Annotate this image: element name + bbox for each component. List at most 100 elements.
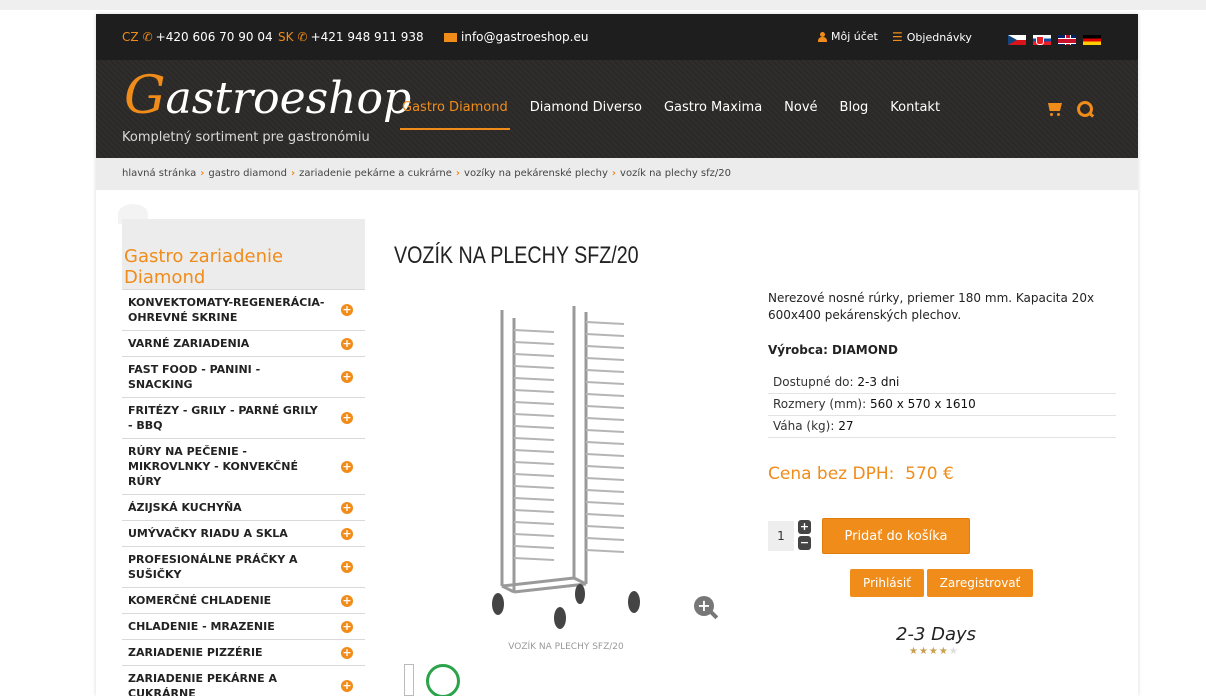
price-value: 570 €	[905, 464, 954, 484]
chevron-right-icon: ›	[455, 168, 461, 179]
nav-diamond-diverso[interactable]: Diamond Diverso	[530, 100, 642, 115]
breadcrumb-trolleys[interactable]: vozíky na pekárenské plechy	[464, 168, 608, 190]
nav-nove[interactable]: Nové	[784, 100, 817, 115]
login-button[interactable]: Prihlásiť	[850, 569, 924, 597]
register-button[interactable]: Zaregistrovať	[927, 569, 1033, 597]
logo-rest: astroeshop	[165, 73, 412, 124]
top-contact-bar: CZ ✆ +420 606 70 90 04 SK ✆ +421 948 911…	[96, 14, 1138, 60]
category-item[interactable]: KONVEKTOMATY-REGENERÁCIA-OHREVNÉ SKRINE +	[122, 289, 365, 330]
expand-plus-icon[interactable]: +	[341, 561, 353, 573]
expand-plus-icon[interactable]: +	[341, 680, 353, 692]
product-description: Nerezové nosné rúrky, priemer 180 mm. Ka…	[768, 291, 1095, 322]
sk-code: SK	[278, 30, 294, 44]
spec-label: Rozmery (mm):	[773, 397, 867, 411]
category-item[interactable]: PROFESIONÁLNE PRÁČKY A SUŠIČKY +	[122, 546, 365, 587]
expand-plus-icon[interactable]: +	[341, 304, 353, 316]
spec-table: Dostupné do: 2-3 dni Rozmery (mm): 560 x…	[768, 372, 1116, 438]
account-label: Môj účet	[831, 30, 878, 43]
breadcrumb-gastro-diamond[interactable]: gastro diamond	[208, 168, 287, 190]
cz-phone-contact[interactable]: CZ ✆ +420 606 70 90 04	[122, 30, 273, 44]
category-item[interactable]: RÚRY NA PEČENIE - MIKROVLNKY - KONVEKČNÉ…	[122, 438, 365, 494]
product-title: VOZÍK NA PLECHY SFZ/20	[394, 242, 639, 269]
site-logo[interactable]: Gastroeshop	[124, 66, 411, 126]
category-item[interactable]: ZARIADENIE PIZZÉRIE +	[122, 639, 365, 665]
orders-link[interactable]: ☰ Objednávky	[892, 30, 972, 44]
sk-phone-contact[interactable]: SK ✆ +421 948 911 938	[278, 30, 424, 44]
spec-label: Váha (kg):	[773, 419, 835, 433]
site-tagline: Kompletný sortiment pre gastronómiu	[122, 130, 370, 145]
zoom-in-icon[interactable]	[694, 596, 718, 620]
expand-plus-icon[interactable]: +	[341, 412, 353, 424]
category-item[interactable]: ZARIADENIE PEKÁRNE A CUKRÁRNE +	[122, 665, 365, 696]
spec-value: 2-3 dni	[857, 375, 900, 389]
sk-flag-icon[interactable]	[1033, 35, 1051, 45]
de-flag-icon[interactable]	[1083, 35, 1101, 45]
chevron-right-icon: ›	[200, 168, 205, 179]
rating-stars: ★★★★★	[909, 646, 959, 657]
expand-plus-icon[interactable]: +	[341, 460, 353, 473]
manufacturer: Výrobca: DIAMOND	[768, 343, 898, 357]
expand-plus-icon[interactable]: +	[341, 527, 353, 540]
spec-value: 27	[838, 419, 854, 433]
breadcrumb-bakery[interactable]: zariadenie pekárne a cukrárne	[299, 168, 452, 190]
chevron-right-icon: ›	[290, 168, 296, 179]
orders-label: Objednávky	[906, 30, 972, 44]
expand-plus-icon[interactable]: +	[341, 337, 353, 350]
category-item[interactable]: KOMERČNÉ CHLADENIE +	[122, 587, 365, 613]
product-thumbnail[interactable]	[404, 664, 414, 696]
account-link[interactable]: Môj účet	[818, 30, 878, 43]
expand-plus-icon[interactable]: +	[341, 646, 353, 659]
cart-icon[interactable]	[1046, 101, 1064, 117]
sk-phone: +421 948 911 938	[310, 30, 424, 44]
category-label: KOMERČNÉ CHLADENIE	[128, 594, 272, 607]
add-to-cart-button[interactable]: Pridať do košíka	[822, 518, 970, 554]
nav-gastro-diamond[interactable]: Gastro Diamond	[400, 100, 510, 130]
expand-plus-icon[interactable]: +	[341, 594, 353, 607]
search-icon[interactable]	[1077, 101, 1094, 118]
site-header: Gastroeshop Kompletný sortiment pre gast…	[96, 60, 1138, 158]
spec-value: 560 x 570 x 1610	[869, 397, 976, 411]
food-safe-badge-icon[interactable]	[426, 664, 460, 696]
category-label: ÁZIJSKÁ KUCHYŇA	[128, 501, 242, 514]
category-item[interactable]: VARNÉ ZARIADENIA +	[122, 330, 365, 356]
product-image[interactable]	[484, 296, 644, 630]
category-item[interactable]: CHLADENIE - MRAZENIE +	[122, 613, 365, 639]
email-link: info@gastroeshop.eu	[461, 30, 589, 44]
category-item[interactable]: FRITÉZY - GRILY - PARNÉ GRILY - BBQ +	[122, 397, 365, 438]
phone-icon: ✆	[142, 30, 153, 44]
star-icon: ★★★★	[909, 646, 949, 657]
category-list: KONVEKTOMATY-REGENERÁCIA-OHREVNÉ SKRINE +…	[122, 289, 365, 696]
category-label: ZARIADENIE PIZZÉRIE	[128, 646, 263, 659]
category-item[interactable]: ÁZIJSKÁ KUCHYŇA +	[122, 494, 365, 520]
breadcrumb-home[interactable]: hlavná stránka	[122, 168, 196, 190]
expand-plus-icon[interactable]: +	[341, 501, 353, 514]
expand-plus-icon[interactable]: +	[341, 371, 353, 383]
star-empty-icon: ★	[948, 646, 959, 657]
category-item[interactable]: FAST FOOD - PANINI - SNACKING +	[122, 356, 365, 397]
category-label: FAST FOOD - PANINI - SNACKING	[128, 363, 261, 391]
main-nav: Gastro Diamond Diamond Diverso Gastro Ma…	[400, 100, 962, 130]
logo-initial: G	[124, 66, 166, 126]
email-contact[interactable]: info@gastroeshop.eu	[444, 30, 588, 44]
list-icon: ☰	[892, 30, 903, 44]
uk-flag-icon[interactable]	[1058, 35, 1076, 45]
price: Cena bez DPH: 570 €	[768, 464, 954, 484]
delivery-badge: 2-3 Days	[896, 624, 977, 645]
spec-row: Rozmery (mm): 560 x 570 x 1610	[768, 394, 1116, 416]
expand-plus-icon[interactable]: +	[341, 620, 353, 633]
nav-gastro-maxima[interactable]: Gastro Maxima	[664, 100, 762, 115]
spec-row: Váha (kg): 27	[768, 416, 1116, 438]
nav-blog[interactable]: Blog	[840, 100, 869, 115]
user-icon	[818, 31, 827, 42]
nav-kontakt[interactable]: Kontakt	[890, 100, 940, 115]
cz-flag-icon[interactable]	[1008, 35, 1026, 45]
phone-icon: ✆	[297, 30, 308, 44]
spec-label: Dostupné do:	[773, 375, 854, 389]
quantity-increase-icon[interactable]: +	[798, 520, 811, 534]
spec-row: Dostupné do: 2-3 dni	[768, 372, 1116, 394]
cz-code: CZ	[122, 30, 139, 44]
quantity-decrease-icon[interactable]: −	[798, 536, 811, 550]
price-label: Cena bez DPH:	[768, 464, 895, 484]
quantity-input[interactable]: 1	[768, 521, 794, 551]
category-item[interactable]: UMÝVAČKY RIADU A SKLA +	[122, 520, 365, 546]
